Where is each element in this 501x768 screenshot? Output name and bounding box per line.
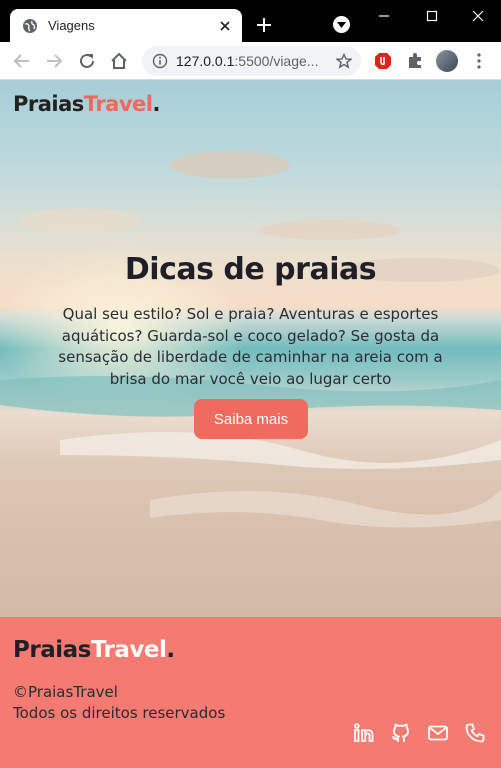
bookmark-star-icon[interactable] (335, 52, 353, 70)
site-info-icon[interactable] (152, 53, 168, 69)
forward-icon[interactable] (42, 49, 66, 73)
footer-copyright: ©PraiasTravel Todos os direitos reservad… (13, 682, 225, 724)
hero-section: PraiasTravel. Dicas de praias Qual seu e… (0, 80, 501, 617)
reload-icon[interactable] (75, 49, 99, 73)
url-text: 127.0.0.1:5500/viage... (176, 53, 319, 69)
mail-icon[interactable] (426, 721, 450, 745)
tab-title: Viagens (48, 18, 95, 33)
globe-icon (22, 18, 38, 34)
site-footer: PraiasTravel. ©PraiasTravel Todos os dir… (0, 617, 501, 768)
site-logo[interactable]: PraiasTravel. (13, 92, 161, 116)
copyright-text: ©PraiasTravel (13, 683, 118, 701)
back-icon[interactable] (10, 49, 34, 73)
menu-kebab-icon[interactable] (468, 50, 490, 72)
close-tab-icon[interactable] (216, 17, 234, 35)
linkedin-icon[interactable] (352, 721, 376, 745)
footer-logo[interactable]: PraiasTravel. (13, 637, 175, 663)
rights-text: Todos os direitos reservados (13, 704, 226, 722)
profile-avatar[interactable] (436, 50, 458, 72)
hero-title: Dicas de praias (124, 252, 377, 287)
web-page: PraiasTravel. Dicas de praias Qual seu e… (0, 80, 501, 768)
new-tab-icon[interactable] (252, 13, 276, 37)
home-icon[interactable] (107, 49, 131, 73)
maximize-icon[interactable] (420, 6, 444, 26)
minimize-icon[interactable] (372, 6, 396, 26)
github-icon[interactable] (389, 721, 413, 745)
tab-search-icon[interactable] (333, 16, 350, 33)
saiba-mais-button[interactable]: Saiba mais (194, 399, 308, 439)
adblock-extension-icon[interactable] (372, 50, 394, 72)
browser-titlebar: Viagens (0, 0, 501, 42)
address-bar[interactable]: 127.0.0.1:5500/viage... (142, 46, 361, 76)
hero-description: Qual seu estilo? Sol e praia? Aventuras … (58, 305, 443, 388)
browser-toolbar: 127.0.0.1:5500/viage... (0, 42, 501, 80)
extensions-puzzle-icon[interactable] (404, 50, 426, 72)
phone-icon[interactable] (463, 721, 487, 745)
browser-tab[interactable]: Viagens (10, 9, 242, 42)
close-window-icon[interactable] (466, 6, 490, 26)
